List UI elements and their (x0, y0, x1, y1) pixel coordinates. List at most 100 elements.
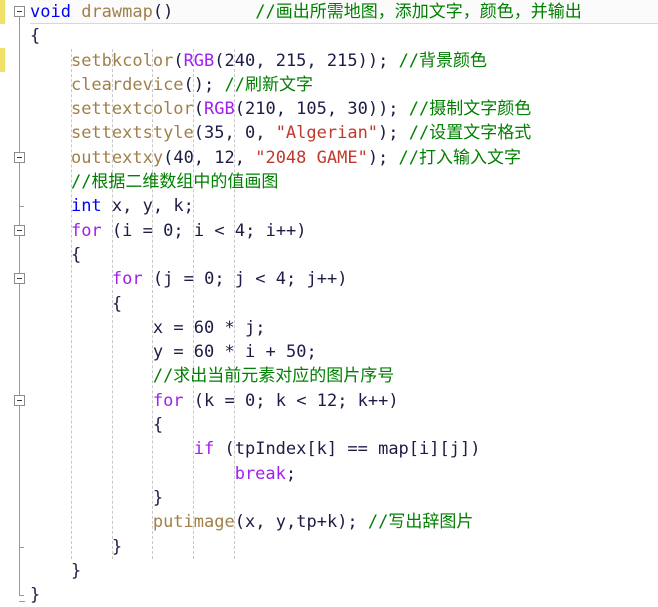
code-comment: //画出所需地图，添加文字，颜色，并输出 (255, 2, 582, 22)
code-line[interactable]: putimage(x, y,tp+k); //写出辞图片 (30, 510, 658, 534)
code-line[interactable]: settextstyle(35, 0, "Algerian"); //设置文字格… (30, 121, 658, 145)
code-line[interactable]: cleardevice(); //刷新文字 (30, 73, 658, 97)
code-token: } (111, 536, 123, 557)
code-token: map (378, 439, 409, 460)
code-token: < (285, 390, 317, 411)
code-token: { (70, 244, 82, 265)
editor-gutter[interactable] (0, 0, 30, 603)
code-token: ( (173, 50, 184, 71)
code-token: + (255, 342, 286, 363)
code-token: putimage (152, 512, 235, 533)
code-token: = (132, 220, 164, 241)
code-comment: //写出辞图片 (367, 512, 474, 533)
code-line[interactable]: } (30, 559, 658, 583)
code-token: ; (173, 220, 194, 241)
code-token: k (326, 512, 338, 533)
code-line[interactable]: if (tpIndex[k] == map[i][j]) (30, 437, 658, 461)
code-editor[interactable]: void drawmap() //画出所需地图，添加文字，颜色，并输出{ set… (0, 0, 658, 605)
fold-toggle-icon[interactable] (14, 6, 25, 17)
code-token: j (449, 439, 461, 460)
code-token: (); (183, 74, 215, 95)
code-token: RGB (204, 99, 235, 120)
fold-toggle-icon[interactable] (14, 224, 25, 236)
code-token: = (163, 342, 194, 363)
code-token: RGB (183, 50, 215, 71)
code-line[interactable]: } (30, 486, 658, 510)
code-line[interactable]: outtextxy(40, 12, "2048 GAME"); //打入输入文字 (30, 146, 658, 170)
code-token: j (306, 269, 317, 290)
code-token: ; (285, 463, 297, 484)
fold-toggle-icon[interactable] (14, 273, 25, 285)
code-line[interactable]: y = 60 * i + 50; (30, 340, 658, 364)
code-token: ]) (460, 439, 481, 460)
code-line[interactable]: setbkcolor(RGB(240, 215, 215)); //背景颜色 (30, 49, 658, 73)
code-line[interactable]: void drawmap() //画出所需地图，添加文字，颜色，并输出 (30, 0, 658, 25)
code-token: { (30, 26, 41, 47)
code-token: void (30, 2, 71, 22)
code-token: x (152, 317, 164, 338)
code-token: ; (245, 220, 266, 241)
code-line[interactable]: } (30, 583, 658, 607)
code-token: 4 (234, 220, 246, 241)
code-token: , (152, 196, 174, 217)
code-comment: //打入输入文字 (398, 147, 522, 168)
code-token: ( (101, 220, 123, 241)
code-token: 210, 105, 30 (245, 99, 368, 120)
code-line[interactable]: } (30, 535, 658, 559)
code-line[interactable]: //根据二维数组中的值画图 (30, 170, 658, 194)
code-token: i (265, 220, 276, 241)
code-line[interactable]: { (30, 24, 658, 48)
code-token: 40, 12, (173, 147, 256, 168)
fold-toggle-icon[interactable] (14, 151, 25, 163)
code-line[interactable]: { (30, 243, 658, 267)
fold-toggle-icon[interactable] (14, 394, 25, 406)
code-token: drawmap (81, 2, 153, 22)
code-token: ( (193, 99, 205, 120)
code-token: k (173, 196, 184, 217)
code-line[interactable]: settextcolor(RGB(210, 105, 30)); //摄制文字颜… (30, 97, 658, 121)
code-line[interactable]: int x, y, k; (30, 194, 658, 218)
code-comment: //设置文字格式 (408, 123, 532, 144)
code-line[interactable]: for (k = 0; k < 12; k++) (30, 389, 658, 413)
code-token: "2048 GAME" (255, 147, 368, 168)
code-line[interactable]: for (i = 0; i < 4; i++) (30, 219, 658, 243)
code-token: i (193, 220, 205, 241)
fold-spine (19, 12, 20, 596)
fold-region-end (19, 546, 24, 548)
code-token: ; (214, 269, 235, 290)
code-token: ; (255, 390, 276, 411)
code-token: tpIndex (234, 439, 307, 460)
code-line[interactable]: { (30, 413, 658, 437)
code-token: ( (214, 50, 225, 71)
code-token: ( (163, 147, 174, 168)
code-token: ; (255, 317, 266, 338)
code-token: [ (408, 439, 420, 460)
code-line[interactable]: //求出当前元素对应的图片序号 (30, 364, 658, 388)
code-surface[interactable]: void drawmap() //画出所需地图，添加文字，颜色，并输出{ set… (30, 0, 658, 605)
code-token: settextcolor (70, 99, 194, 120)
change-bar (0, 48, 5, 72)
code-token: < (245, 269, 276, 290)
code-token: i (419, 439, 430, 460)
code-token: ( (193, 123, 205, 144)
code-comment: //求出当前元素对应的图片序号 (152, 366, 395, 387)
code-line[interactable]: for (j = 0; j < 4; j++) (30, 267, 658, 291)
code-line[interactable]: break; (30, 462, 658, 486)
code-token: k (357, 390, 368, 411)
code-token: + (316, 512, 327, 533)
code-token: i (245, 342, 256, 363)
code-token: 240, 215, 215 (224, 50, 358, 71)
code-token: ); (337, 512, 358, 533)
code-token: } (152, 487, 164, 508)
change-bar (0, 0, 5, 24)
code-token: ; (183, 196, 194, 217)
code-token: setbkcolor (70, 50, 174, 71)
fold-tick (19, 206, 24, 208)
code-token: ] == (326, 439, 379, 460)
code-line[interactable]: x = 60 * j; (30, 316, 658, 340)
code-token: ( (234, 99, 245, 120)
code-token: ( (142, 269, 164, 290)
code-line[interactable]: { (30, 292, 658, 316)
code-token: j (234, 269, 246, 290)
